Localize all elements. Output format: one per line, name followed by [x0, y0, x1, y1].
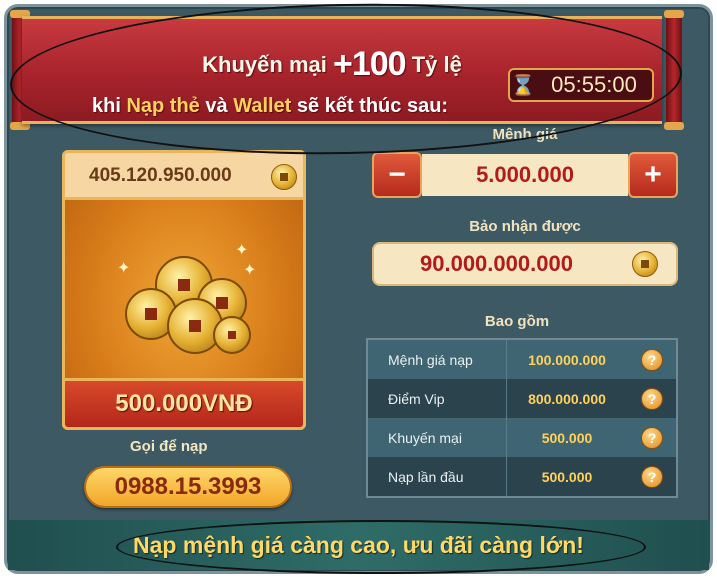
table-row: Nạp lần đầu 500.000 ?: [368, 457, 676, 496]
coin-icon: [271, 164, 297, 190]
row-amount: 100.000.000: [528, 351, 606, 368]
promo-amount: +100: [332, 45, 407, 83]
footer-slogan: Nạp mệnh giá càng cao, ưu đãi càng lớn!: [8, 520, 709, 570]
promo-text-a: khi: [92, 95, 121, 117]
help-icon[interactable]: ?: [641, 387, 663, 410]
help-icon[interactable]: ?: [641, 426, 663, 449]
banner-rod-right: [664, 10, 684, 130]
receive-label: Bảo nhận được: [469, 218, 581, 235]
hourglass-icon: ⌛: [510, 74, 536, 97]
balance-value: 405.120.950.000: [89, 165, 232, 186]
denomination-label: Mệnh giá: [492, 126, 558, 143]
promo-headline: Khuyến mại +100 Tỷ lệ: [142, 45, 522, 84]
row-name: Nạp lần đầu: [388, 468, 464, 485]
table-row: Khuyến mại 500.000 ?: [368, 418, 676, 457]
promo-subline: khi Nạp thẻ và Wallet sẽ kết thúc sau:: [92, 95, 448, 118]
countdown-timer: ⌛ 05:55:00: [508, 68, 654, 102]
package-price: 500.000VNĐ: [62, 378, 306, 430]
row-amount: 800.000.000: [528, 390, 606, 407]
promo-text-c: sẽ kết thúc sau:: [296, 95, 449, 117]
countdown-value: 05:55:00: [551, 72, 637, 97]
coin-icon: [632, 251, 658, 277]
receive-amount-box: 90.000.000.000: [372, 242, 678, 286]
table-row: Mệnh giá nạp 100.000.000 ?: [368, 340, 676, 379]
promo-highlight-wallet: Wallet: [233, 95, 292, 117]
help-icon[interactable]: ?: [641, 348, 663, 371]
call-to-topup-label: Gọi để nạp: [130, 438, 208, 455]
promo-text-b: và: [205, 95, 228, 117]
denomination-stepper: − 5.000.000 +: [372, 152, 678, 198]
decrease-button[interactable]: −: [372, 152, 422, 198]
promo-suffix: Tỷ lệ: [411, 52, 462, 77]
includes-table: Mệnh giá nạp 100.000.000 ? Điểm Vip 800.…: [366, 338, 678, 498]
table-row: Điểm Vip 800.000.000 ?: [368, 379, 676, 418]
phone-number-button[interactable]: 0988.15.3993: [84, 466, 292, 508]
includes-label: Bao gồm: [484, 313, 550, 330]
promo-prefix: Khuyến mại: [202, 52, 327, 77]
increase-button[interactable]: +: [628, 152, 678, 198]
coin-pile-image: ✦ ✦ ✦: [115, 238, 265, 358]
row-amount: 500.000: [541, 429, 593, 446]
row-name: Điểm Vip: [388, 390, 445, 407]
row-name: Khuyến mại: [388, 429, 462, 446]
promo-highlight-card: Nạp thẻ: [126, 95, 200, 117]
help-icon[interactable]: ?: [641, 465, 663, 488]
denomination-value: 5.000.000: [422, 154, 628, 196]
package-card[interactable]: 405.120.950.000 ✦ ✦ ✦ 500.000VNĐ: [62, 150, 306, 430]
row-name: Mệnh giá nạp: [388, 351, 473, 368]
balance-header: 405.120.950.000: [62, 150, 306, 200]
row-amount: 500.000: [541, 468, 593, 485]
receive-value: 90.000.000.000: [420, 251, 573, 276]
